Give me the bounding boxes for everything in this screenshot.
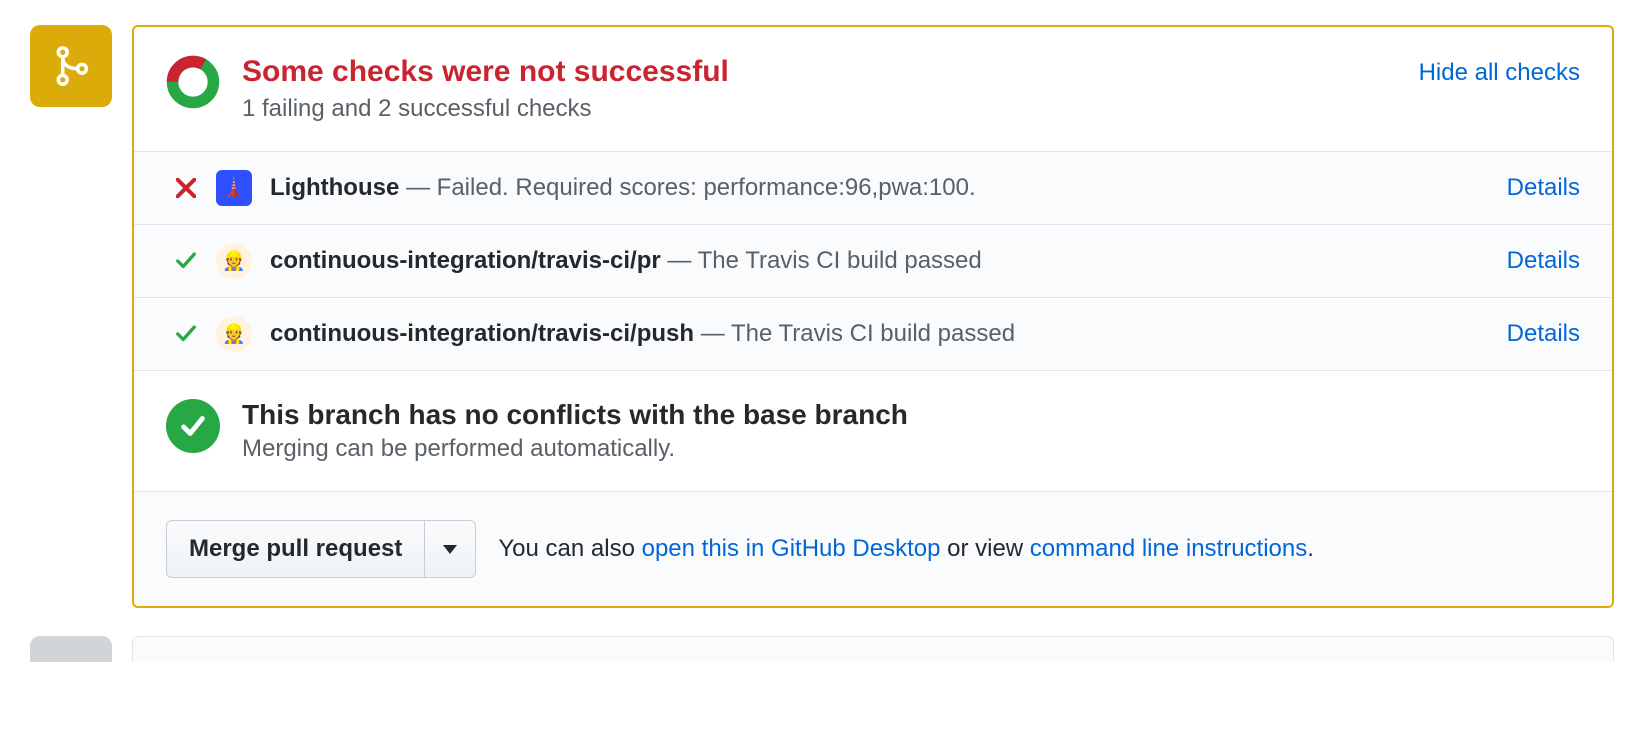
checks-header: Some checks were not successful 1 failin… bbox=[134, 27, 1612, 151]
check-name: Lighthouse bbox=[270, 174, 399, 201]
check-text: continuous-integration/travis-ci/push — … bbox=[270, 320, 1489, 348]
check-message: Failed. Required scores: performance:96,… bbox=[437, 174, 976, 201]
check-text: Lighthouse — Failed. Required scores: pe… bbox=[270, 174, 1489, 202]
command-line-instructions-link[interactable]: command line instructions bbox=[1030, 535, 1307, 562]
lighthouse-app-icon: 🗼 bbox=[216, 170, 252, 206]
check-name: continuous-integration/travis-ci/push bbox=[270, 320, 694, 347]
comment-box-peek bbox=[132, 636, 1614, 662]
merge-footer: Merge pull request You can also open thi… bbox=[134, 491, 1612, 606]
open-github-desktop-link[interactable]: open this in GitHub Desktop bbox=[642, 535, 941, 562]
checks-subtitle: 1 failing and 2 successful checks bbox=[242, 95, 729, 123]
chevron-down-icon bbox=[443, 545, 457, 554]
checks-donut-icon bbox=[166, 55, 220, 109]
details-link[interactable]: Details bbox=[1507, 320, 1580, 348]
merge-panel: Some checks were not successful 1 failin… bbox=[132, 25, 1614, 608]
pass-icon bbox=[174, 250, 198, 272]
check-row: 👷 continuous-integration/travis-ci/push … bbox=[134, 297, 1612, 370]
git-merge-icon bbox=[49, 44, 93, 88]
check-text: continuous-integration/travis-ci/pr — Th… bbox=[270, 247, 1489, 275]
conflict-section: This branch has no conflicts with the ba… bbox=[134, 370, 1612, 491]
fail-icon bbox=[174, 178, 198, 198]
check-message: The Travis CI build passed bbox=[698, 247, 982, 274]
merge-status-badge bbox=[30, 25, 112, 107]
conflict-subtitle: Merging can be performed automatically. bbox=[242, 435, 908, 463]
conflict-title: This branch has no conflicts with the ba… bbox=[242, 399, 908, 431]
next-section-peek bbox=[30, 636, 1614, 662]
merge-footer-text: You can also open this in GitHub Desktop… bbox=[498, 535, 1314, 563]
check-name: continuous-integration/travis-ci/pr bbox=[270, 247, 661, 274]
travis-app-icon: 👷 bbox=[216, 243, 252, 279]
hide-all-checks-link[interactable]: Hide all checks bbox=[1419, 59, 1580, 87]
check-row: 👷 continuous-integration/travis-ci/pr — … bbox=[134, 224, 1612, 297]
success-check-icon bbox=[166, 399, 220, 453]
check-row: 🗼 Lighthouse — Failed. Required scores: … bbox=[134, 151, 1612, 224]
checks-title: Some checks were not successful bbox=[242, 55, 729, 89]
merge-options-dropdown[interactable] bbox=[425, 520, 476, 578]
avatar-placeholder bbox=[30, 636, 112, 662]
details-link[interactable]: Details bbox=[1507, 247, 1580, 275]
details-link[interactable]: Details bbox=[1507, 174, 1580, 202]
pass-icon bbox=[174, 323, 198, 345]
merge-pull-request-button[interactable]: Merge pull request bbox=[166, 520, 425, 578]
travis-app-icon: 👷 bbox=[216, 316, 252, 352]
check-message: The Travis CI build passed bbox=[731, 320, 1015, 347]
